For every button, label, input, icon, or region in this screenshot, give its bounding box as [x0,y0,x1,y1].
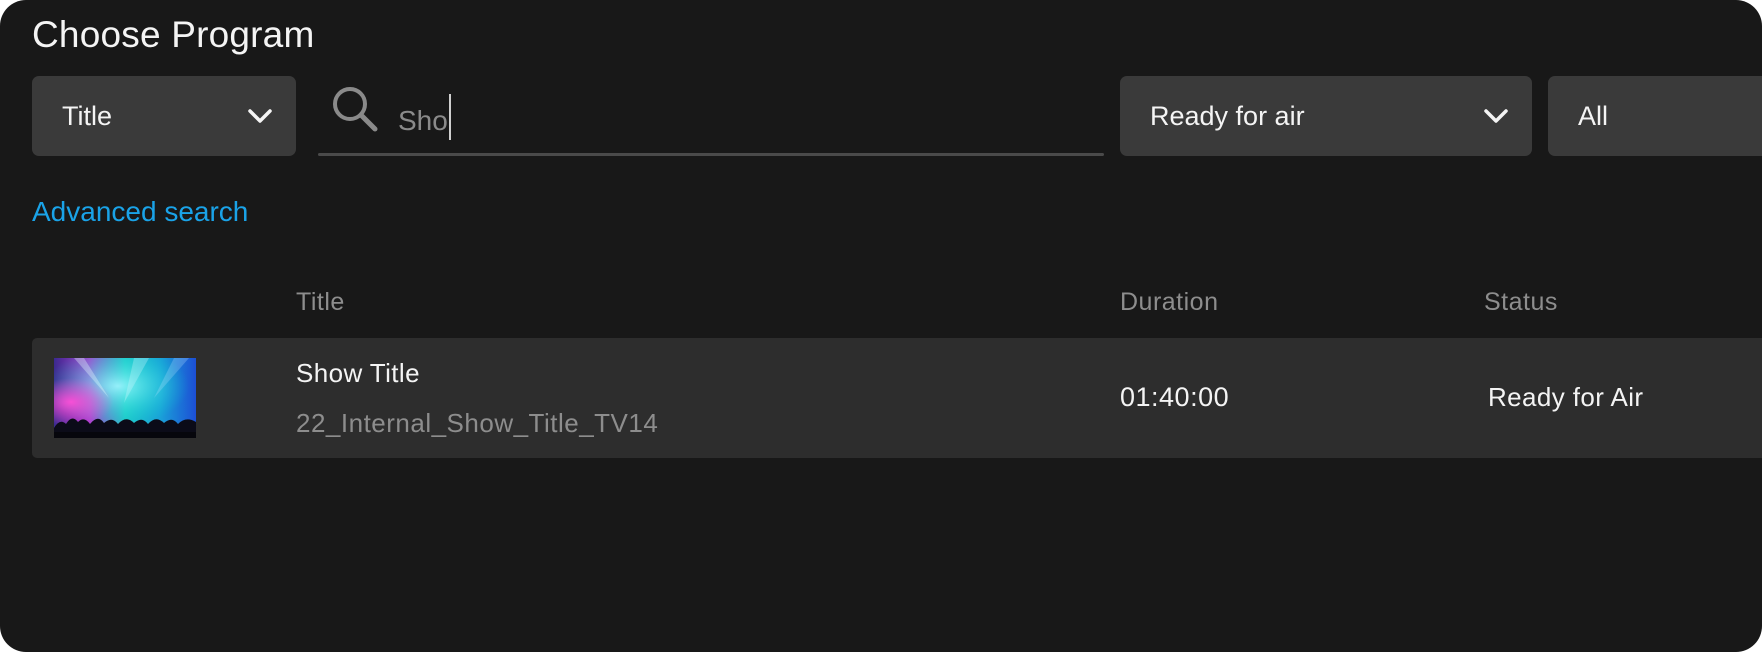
choose-program-dialog: Choose Program Title Sho Ready for air A… [0,0,1762,652]
search-field-select-value: Title [62,100,113,131]
table-row[interactable]: Show Title 22_Internal_Show_Title_TV14 0… [32,338,1762,458]
search-input[interactable]: Sho [318,76,1104,156]
program-status: Ready for Air [1488,382,1644,412]
program-internal-name: 22_Internal_Show_Title_TV14 [296,408,659,438]
column-header-title[interactable]: Title [296,288,345,317]
status-filter-select-value: Ready for air [1150,100,1305,131]
program-thumbnail [54,358,196,438]
concert-stage-thumbnail [54,358,196,438]
page-title: Choose Program [32,14,315,55]
chevron-down-icon [248,109,272,123]
search-field-select[interactable]: Title [32,76,296,156]
search-underline [318,153,1104,156]
column-header-status[interactable]: Status [1484,288,1558,317]
scope-filter-select-value: All [1578,100,1609,131]
chevron-down-icon [1484,109,1508,123]
status-filter-select[interactable]: Ready for air [1120,76,1532,156]
scope-filter-select[interactable]: All [1548,76,1762,156]
program-title: Show Title [296,358,420,388]
column-header-duration[interactable]: Duration [1120,288,1219,317]
search-input-value: Sho [398,94,451,141]
text-caret [448,94,451,140]
program-duration: 01:40:00 [1120,382,1230,412]
advanced-search-link[interactable]: Advanced search [32,196,248,228]
search-icon [333,87,378,132]
